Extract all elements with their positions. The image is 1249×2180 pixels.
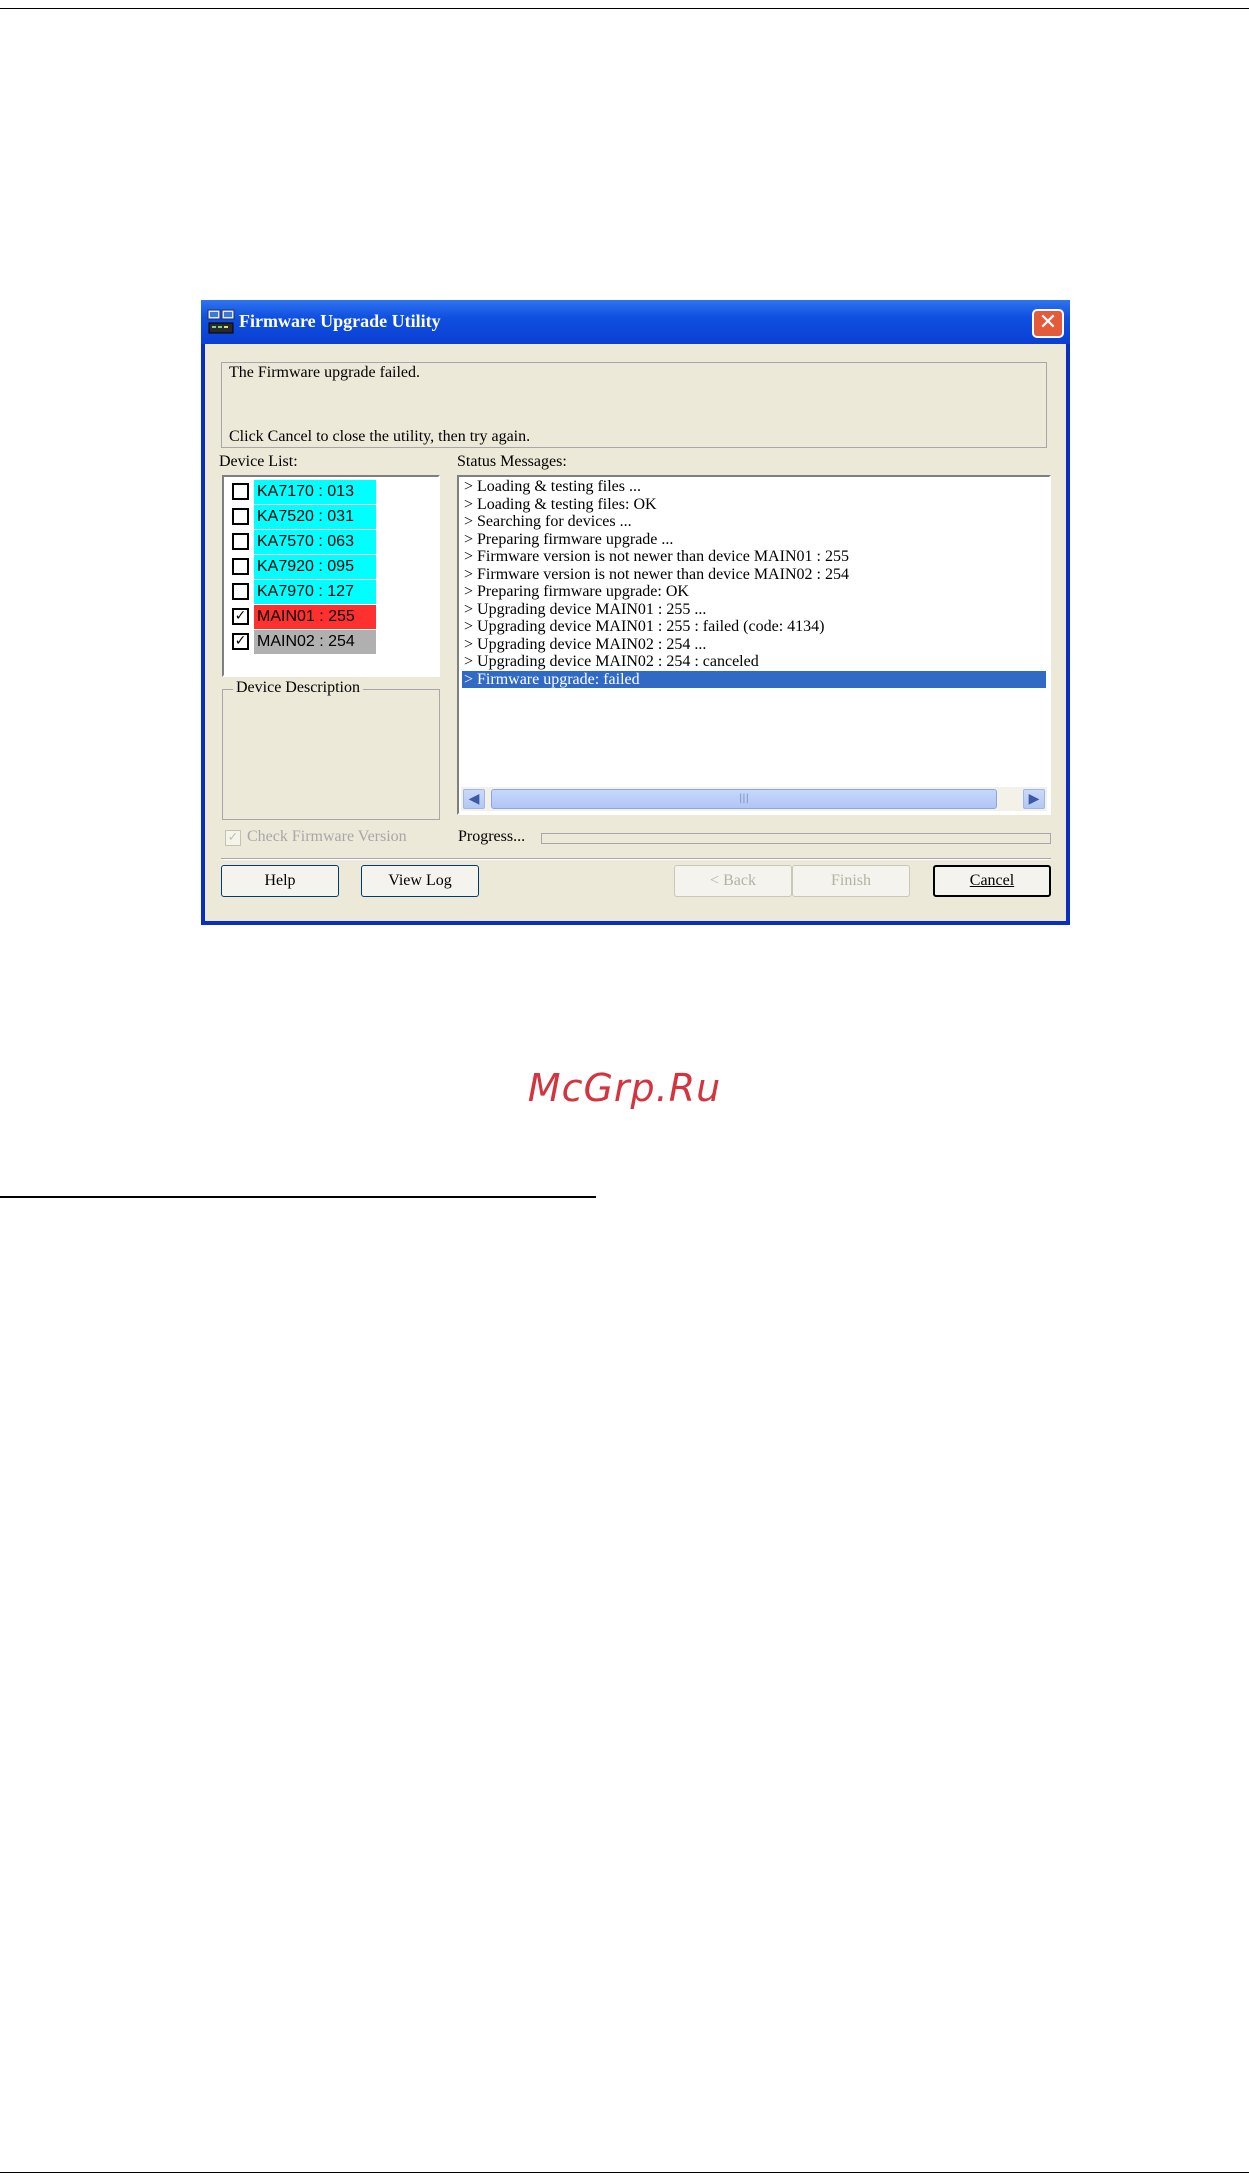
- checkbox-icon[interactable]: [232, 533, 249, 550]
- view-log-button[interactable]: View Log: [361, 865, 479, 897]
- message-line-2: Click Cancel to close the utility, then …: [229, 428, 531, 445]
- title-bar[interactable]: Firmware Upgrade Utility ✕: [201, 300, 1070, 344]
- checkmark-icon: ✓: [225, 830, 241, 846]
- cancel-button[interactable]: Cancel: [933, 865, 1051, 897]
- close-button[interactable]: ✕: [1032, 309, 1064, 338]
- status-line[interactable]: > Firmware version is not newer than dev…: [462, 566, 1046, 583]
- app-icon: [207, 309, 235, 334]
- device-list-item[interactable]: KA7920 : 095: [228, 555, 428, 579]
- watermark: McGrp.Ru: [527, 1066, 722, 1110]
- section-rule: [0, 1196, 596, 1198]
- checkbox-icon[interactable]: [232, 558, 249, 575]
- status-line[interactable]: > Upgrading device MAIN02 : 254 ...: [462, 636, 1046, 653]
- help-button[interactable]: Help: [221, 865, 339, 897]
- scroll-right-icon[interactable]: ▶: [1023, 789, 1045, 809]
- page-top-rule: [0, 8, 1249, 9]
- device-name: KA7570 : 063: [254, 530, 376, 554]
- cancel-button-label: Cancel: [969, 872, 1015, 889]
- progress-bar: [541, 833, 1051, 844]
- firmware-upgrade-window: Firmware Upgrade Utility ✕ The Firmware …: [201, 300, 1070, 925]
- status-line[interactable]: > Searching for devices ...: [462, 513, 1046, 530]
- device-list-item[interactable]: KA7520 : 031: [228, 505, 428, 529]
- back-button[interactable]: < Back: [674, 865, 792, 897]
- device-list-item[interactable]: KA7570 : 063: [228, 530, 428, 554]
- status-messages-list[interactable]: > Firmware upgrade: failed > Upgrading de…: [457, 475, 1051, 815]
- device-description-group: Device Description: [222, 679, 440, 820]
- checkbox-checked-icon[interactable]: ✓: [232, 608, 249, 625]
- horizontal-scrollbar[interactable]: ◀ ||| ▶: [461, 787, 1047, 811]
- checkbox-icon[interactable]: [232, 583, 249, 600]
- device-name: KA7520 : 031: [254, 505, 376, 529]
- checkbox-checked-icon[interactable]: ✓: [232, 633, 249, 650]
- status-line[interactable]: > Upgrading device MAIN01 : 255 : failed…: [462, 618, 1046, 635]
- status-messages-label: Status Messages:: [457, 453, 567, 470]
- progress-label: Progress...: [458, 828, 526, 845]
- separator: [221, 858, 1051, 860]
- device-name: MAIN01 : 255: [254, 605, 376, 629]
- status-line[interactable]: > Loading & testing files ...: [462, 478, 1046, 495]
- page-bottom-rule: [0, 2172, 1249, 2173]
- window-title: Firmware Upgrade Utility: [239, 311, 441, 331]
- status-line[interactable]: > Preparing firmware upgrade: OK: [462, 583, 1046, 600]
- device-description-label: Device Description: [233, 679, 363, 697]
- checkbox-icon[interactable]: [232, 508, 249, 525]
- status-line[interactable]: > Loading & testing files: OK: [462, 496, 1046, 513]
- device-name: KA7970 : 127: [254, 580, 376, 604]
- scroll-left-icon[interactable]: ◀: [463, 789, 485, 809]
- status-line[interactable]: > Upgrading device MAIN01 : 255 ...: [462, 601, 1046, 618]
- checkbox-icon[interactable]: [232, 483, 249, 500]
- dialog-client-area: The Firmware upgrade failed. Click Cance…: [205, 344, 1066, 921]
- close-icon: ✕: [1038, 310, 1058, 335]
- device-name: MAIN02 : 254: [254, 630, 376, 654]
- device-list-item[interactable]: KA7170 : 013: [228, 480, 428, 504]
- device-list-label: Device List:: [219, 453, 298, 470]
- device-list-item[interactable]: ✓ MAIN01 : 255: [228, 605, 428, 629]
- finish-button[interactable]: Finish: [792, 865, 910, 897]
- scroll-thumb[interactable]: |||: [491, 789, 997, 809]
- message-line-1: The Firmware upgrade failed.: [229, 364, 421, 381]
- status-line[interactable]: > Firmware upgrade: failed: [462, 670, 1046, 688]
- status-line[interactable]: > Firmware version is not newer than dev…: [462, 548, 1046, 565]
- message-panel: The Firmware upgrade failed. Click Cance…: [221, 362, 1047, 448]
- status-line[interactable]: > Preparing firmware upgrade ...: [462, 531, 1046, 548]
- status-line[interactable]: > Upgrading device MAIN02 : 254 : cancel…: [462, 653, 1046, 670]
- device-list[interactable]: KA7170 : 013 KA7520 : 031 KA7570 : 063 KA79…: [222, 475, 440, 677]
- device-list-item[interactable]: ✓ MAIN02 : 254: [228, 630, 428, 654]
- device-name: KA7170 : 013: [254, 480, 376, 504]
- check-firmware-version-label: Check Firmware Version: [247, 828, 407, 845]
- device-list-item[interactable]: KA7970 : 127: [228, 580, 428, 604]
- device-name: KA7920 : 095: [254, 555, 376, 579]
